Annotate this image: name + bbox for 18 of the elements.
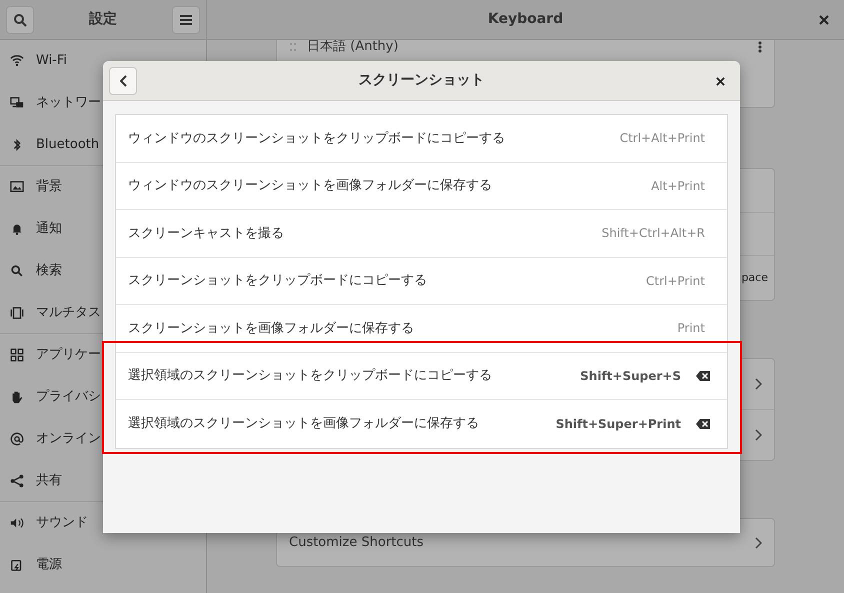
shortcut-keys: Print (677, 319, 715, 338)
shortcut-label: スクリーンキャストを撮る (128, 224, 285, 242)
shortcut-label: ウィンドウのスクリーンショットを画像フォルダーに保存する (128, 177, 493, 195)
shortcut-label: スクリーンショットを画像フォルダーに保存する (128, 320, 415, 338)
shortcut-keys: Shift+Super+S (580, 366, 681, 385)
sidebar-title: 設定 (89, 10, 117, 29)
window-title: Keyboard (488, 10, 564, 29)
dialog-title: スクリーンショット (358, 71, 484, 90)
shortcut-keys: Shift+Super+Print (556, 414, 681, 433)
shortcut-keys: Ctrl+Alt+Print (620, 129, 715, 148)
shortcut-keys: Alt+Print (651, 176, 715, 195)
shortcut-label: スクリーンショットをクリップボードにコピーする (128, 272, 428, 290)
shortcut-text: pace (741, 270, 768, 286)
shortcut-label: ウィンドウのスクリーンショットをクリップボードにコピーする (128, 130, 506, 148)
shortcut-keys: Ctrl+Print (646, 272, 715, 290)
shortcut-label: 選択領域のスクリーンショットを画像フォルダーに保存する (128, 415, 480, 433)
shortcut-keys: Shift+Ctrl+Alt+R (602, 224, 715, 242)
shortcut-label: 選択領域のスクリーンショットをクリップボードにコピーする (128, 367, 493, 385)
